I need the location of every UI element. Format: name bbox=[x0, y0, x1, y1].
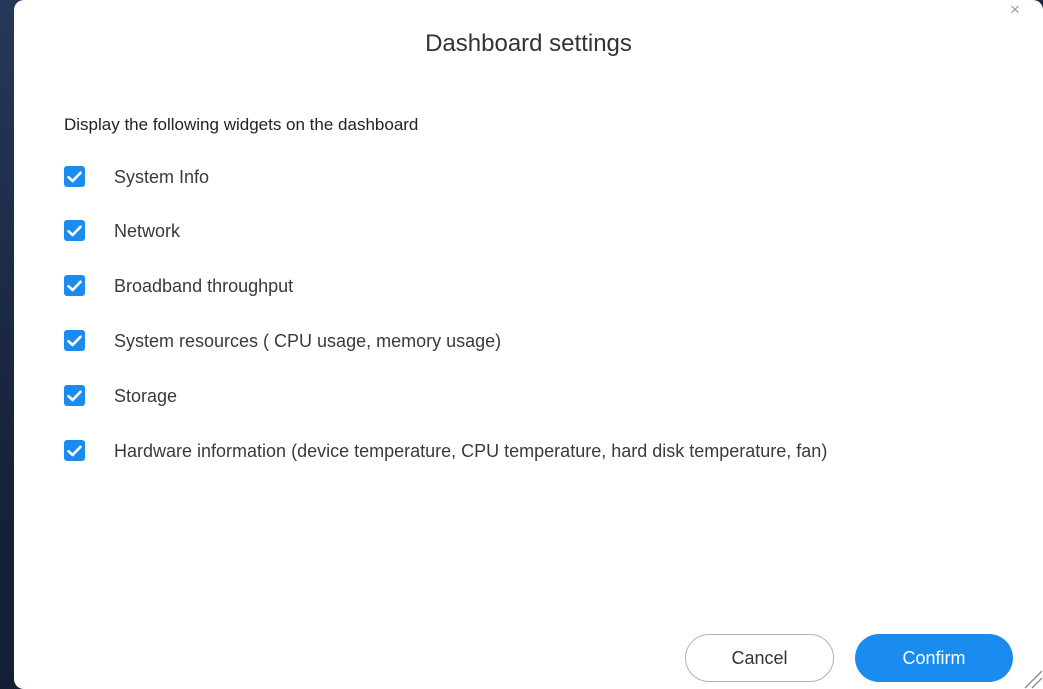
option-storage[interactable]: Storage bbox=[64, 383, 1014, 411]
option-network[interactable]: Network bbox=[64, 218, 1014, 246]
option-label: Storage bbox=[114, 386, 178, 406]
option-label: Hardware information (device temperature… bbox=[114, 441, 828, 461]
confirm-button[interactable]: Confirm bbox=[855, 634, 1013, 682]
resize-handle-icon[interactable] bbox=[1021, 667, 1043, 689]
option-system-info[interactable]: System Info bbox=[64, 164, 1014, 192]
option-label: Broadband throughput bbox=[114, 276, 294, 296]
option-broadband-throughput[interactable]: Broadband throughput bbox=[64, 273, 1014, 301]
option-label: System resources ( CPU usage, memory usa… bbox=[114, 331, 502, 351]
checkbox-checked-icon[interactable] bbox=[64, 275, 85, 296]
dashboard-settings-dialog: × Dashboard settings Display the followi… bbox=[14, 0, 1043, 689]
option-label: Network bbox=[114, 221, 181, 241]
option-hardware-information[interactable]: Hardware information (device temperature… bbox=[64, 438, 1014, 466]
checkbox-checked-icon[interactable] bbox=[64, 385, 85, 406]
checkbox-checked-icon[interactable] bbox=[64, 220, 85, 241]
checkbox-checked-icon[interactable] bbox=[64, 330, 85, 351]
cancel-button[interactable]: Cancel bbox=[685, 634, 834, 682]
close-icon[interactable]: × bbox=[1007, 1, 1023, 18]
option-system-resources[interactable]: System resources ( CPU usage, memory usa… bbox=[64, 328, 1014, 356]
option-label: System Info bbox=[114, 167, 210, 187]
dialog-title: Dashboard settings bbox=[425, 30, 632, 57]
section-label: Display the following widgets on the das… bbox=[64, 115, 419, 134]
widget-options-list: System Info Network Broadband throughput… bbox=[64, 164, 1014, 493]
checkbox-checked-icon[interactable] bbox=[64, 440, 85, 461]
checkbox-checked-icon[interactable] bbox=[64, 166, 85, 187]
